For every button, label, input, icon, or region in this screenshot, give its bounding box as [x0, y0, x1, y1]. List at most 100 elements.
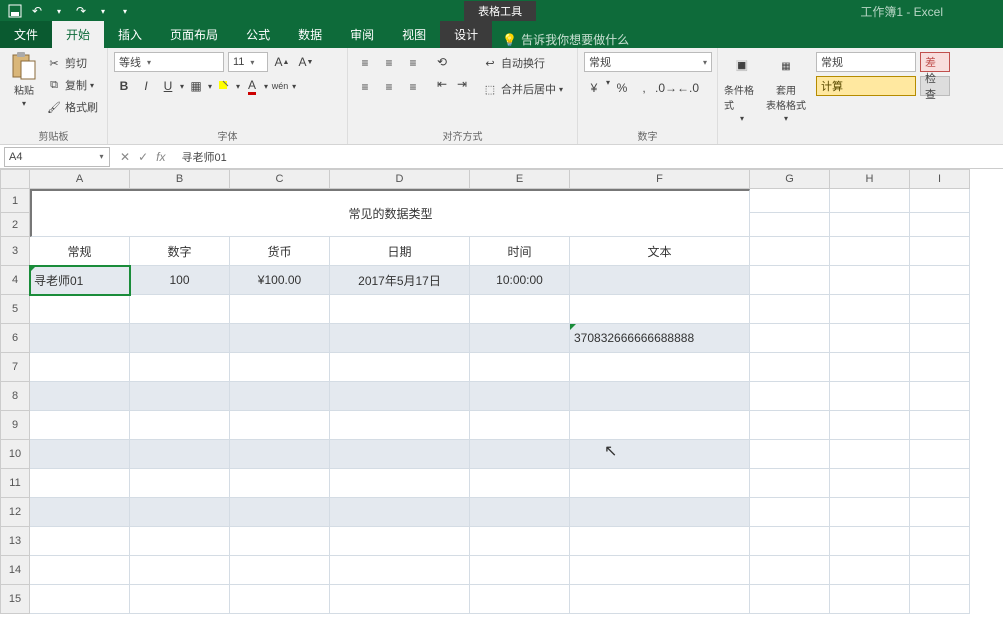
cell-D3[interactable]: 日期 [330, 237, 470, 266]
cell-G12[interactable] [750, 498, 830, 527]
cell-H14[interactable] [830, 556, 910, 585]
cell-D15[interactable] [330, 585, 470, 614]
cell-B5[interactable] [130, 295, 230, 324]
tab-home[interactable]: 开始 [52, 21, 104, 48]
tab-layout[interactable]: 页面布局 [156, 21, 232, 48]
underline-button[interactable]: U [158, 76, 178, 96]
orientation-icon[interactable]: ⟲ [432, 52, 452, 72]
cell-A13[interactable] [30, 527, 130, 556]
cell-C6[interactable] [230, 324, 330, 353]
number-format-select[interactable]: 常规▾ [584, 52, 712, 72]
row-header-13[interactable]: 13 [0, 527, 30, 556]
cell-G15[interactable] [750, 585, 830, 614]
merged-title[interactable]: 常见的数据类型 [30, 189, 750, 237]
cell-B15[interactable] [130, 585, 230, 614]
row-header-10[interactable]: 10 [0, 440, 30, 469]
cell-A7[interactable] [30, 353, 130, 382]
cell-A15[interactable] [30, 585, 130, 614]
cell-A12[interactable] [30, 498, 130, 527]
cell-B3[interactable]: 数字 [130, 237, 230, 266]
cell-G10[interactable] [750, 440, 830, 469]
cell-E4[interactable]: 10:00:00 [470, 266, 570, 295]
cell-C3[interactable]: 货币 [230, 237, 330, 266]
tab-view[interactable]: 视图 [388, 21, 440, 48]
cell-F10[interactable] [570, 440, 750, 469]
cond-format-button[interactable]: 🔳条件格式▾ [724, 52, 760, 123]
cell-D7[interactable] [330, 353, 470, 382]
inc-decimal-icon[interactable]: .0→ [656, 78, 676, 98]
cell-B9[interactable] [130, 411, 230, 440]
row-header-2[interactable]: 2 [0, 213, 30, 237]
cell-D10[interactable] [330, 440, 470, 469]
style-calc[interactable]: 计算 [816, 76, 916, 96]
cell-F11[interactable] [570, 469, 750, 498]
cell-G3[interactable] [750, 237, 830, 266]
cell-C12[interactable] [230, 498, 330, 527]
align-right-icon[interactable]: ≡ [402, 76, 424, 98]
col-header-G[interactable]: G [750, 169, 830, 189]
cell-D5[interactable] [330, 295, 470, 324]
cell-F13[interactable] [570, 527, 750, 556]
cell-I12[interactable] [910, 498, 970, 527]
cell-B7[interactable] [130, 353, 230, 382]
name-box[interactable]: A4 [4, 147, 94, 167]
cell-A14[interactable] [30, 556, 130, 585]
cell-G7[interactable] [750, 353, 830, 382]
formula-bar[interactable]: 寻老师01 [175, 149, 1003, 165]
cell-E15[interactable] [470, 585, 570, 614]
cell-A11[interactable] [30, 469, 130, 498]
cell-I2[interactable] [910, 213, 970, 237]
cell-A8[interactable] [30, 382, 130, 411]
cell-A9[interactable] [30, 411, 130, 440]
name-box-arrow-icon[interactable]: ▾ [94, 147, 110, 167]
cell-F8[interactable] [570, 382, 750, 411]
col-header-B[interactable]: B [130, 169, 230, 189]
shrink-font-icon[interactable]: A▼ [296, 52, 316, 72]
cell-F7[interactable] [570, 353, 750, 382]
cell-G5[interactable] [750, 295, 830, 324]
cell-G6[interactable] [750, 324, 830, 353]
cell-F4[interactable] [570, 266, 750, 295]
cell-H15[interactable] [830, 585, 910, 614]
indent-left-icon[interactable]: ⇤ [432, 74, 452, 94]
cell-I6[interactable] [910, 324, 970, 353]
col-header-H[interactable]: H [830, 169, 910, 189]
cell-G8[interactable] [750, 382, 830, 411]
cell-D11[interactable] [330, 469, 470, 498]
cell-F14[interactable] [570, 556, 750, 585]
paste-button[interactable]: 粘贴 ▾ [6, 52, 42, 108]
cell-D12[interactable] [330, 498, 470, 527]
cell-C8[interactable] [230, 382, 330, 411]
cell-E11[interactable] [470, 469, 570, 498]
cell-H11[interactable] [830, 469, 910, 498]
cell-C9[interactable] [230, 411, 330, 440]
cell-H3[interactable] [830, 237, 910, 266]
cell-D8[interactable] [330, 382, 470, 411]
cell-C15[interactable] [230, 585, 330, 614]
font-size-select[interactable]: 11▾ [228, 52, 268, 72]
col-header-E[interactable]: E [470, 169, 570, 189]
cell-G14[interactable] [750, 556, 830, 585]
cell-C5[interactable] [230, 295, 330, 324]
cell-E13[interactable] [470, 527, 570, 556]
cell-E5[interactable] [470, 295, 570, 324]
cell-A10[interactable] [30, 440, 130, 469]
style-bad[interactable]: 差 [920, 52, 950, 72]
row-header-5[interactable]: 5 [0, 295, 30, 324]
painter-button[interactable]: 🖌格式刷 [46, 96, 98, 118]
cell-G1[interactable] [750, 189, 830, 213]
tell-me[interactable]: 💡告诉我你想要做什么 [492, 31, 639, 48]
align-left-icon[interactable]: ≡ [354, 76, 376, 98]
cut-button[interactable]: ✂剪切 [46, 52, 98, 74]
align-middle-icon[interactable]: ≡ [378, 52, 400, 74]
cell-E9[interactable] [470, 411, 570, 440]
cell-A3[interactable]: 常规 [30, 237, 130, 266]
tab-file[interactable]: 文件 [0, 21, 52, 48]
cell-G13[interactable] [750, 527, 830, 556]
row-header-3[interactable]: 3 [0, 237, 30, 266]
row-header-9[interactable]: 9 [0, 411, 30, 440]
table-format-button[interactable]: ▦套用 表格格式▾ [764, 52, 808, 123]
redo-icon[interactable]: ↷ [72, 2, 90, 20]
cell-D4[interactable]: 2017年5月17日 [330, 266, 470, 295]
cell-I9[interactable] [910, 411, 970, 440]
